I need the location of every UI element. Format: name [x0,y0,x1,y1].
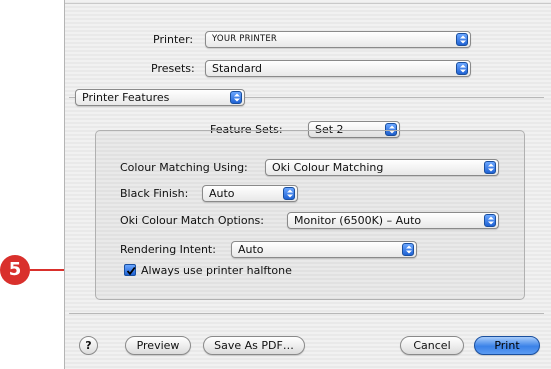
colour-matching-popup[interactable]: Oki Colour Matching [265,159,499,176]
updown-arrows-icon [484,214,496,227]
presets-value: Standard [212,62,263,75]
checkmark-icon [126,266,136,276]
colour-matching-value: Oki Colour Matching [272,161,384,174]
callout-badge: 5 [0,255,30,285]
rendering-intent-label: Rendering Intent: [120,243,216,256]
halftone-checkbox[interactable] [124,264,136,276]
black-finish-value: Auto [209,187,235,200]
halftone-label[interactable]: Always use printer halftone [141,264,292,277]
top-divider [65,3,551,4]
updown-arrows-icon [456,62,468,75]
black-finish-label: Black Finish: [120,187,189,200]
help-button[interactable]: ? [79,336,98,355]
section-value: Printer Features [82,91,170,104]
presets-label: Presets: [151,62,195,75]
updown-arrows-icon [283,187,295,200]
preview-button[interactable]: Preview [125,336,191,355]
colour-matching-label: Colour Matching Using: [120,161,248,174]
updown-arrows-icon [456,33,468,46]
cancel-button[interactable]: Cancel [400,336,464,355]
updown-arrows-icon [484,161,496,174]
updown-arrows-icon [402,243,414,256]
presets-popup[interactable]: Standard [205,60,471,77]
oki-colour-match-label: Oki Colour Match Options: [120,214,264,227]
oki-colour-match-popup[interactable]: Monitor (6500K) – Auto [287,212,499,229]
rendering-intent-popup[interactable]: Auto [231,241,417,258]
save-as-pdf-button[interactable]: Save As PDF… [203,336,305,355]
rendering-intent-value: Auto [238,243,264,256]
printer-value: YOUR PRINTER [212,34,278,44]
bottom-divider [69,313,544,314]
printer-popup[interactable]: YOUR PRINTER [205,31,471,48]
print-dialog: Printer: YOUR PRINTER Presets: Standard … [64,0,551,369]
section-popup[interactable]: Printer Features [75,89,245,106]
black-finish-popup[interactable]: Auto [202,185,298,202]
oki-colour-match-value: Monitor (6500K) – Auto [294,214,422,227]
updown-arrows-icon [230,91,242,104]
printer-label: Printer: [153,33,194,46]
print-button[interactable]: Print [474,336,540,355]
